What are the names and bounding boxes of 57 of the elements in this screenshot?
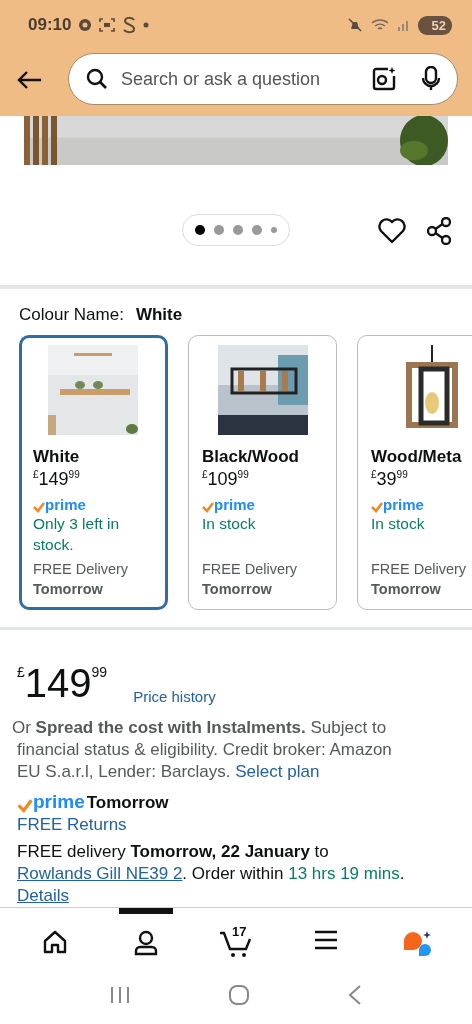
search-bar[interactable]: Search or ask a question bbox=[68, 53, 458, 105]
recent-apps-icon[interactable] bbox=[108, 985, 131, 1006]
select-plan-link[interactable]: Select plan bbox=[235, 761, 320, 781]
variant-name: Wood/Meta bbox=[371, 446, 463, 467]
variant-price: $^{£}$149$^{99}$ bbox=[33, 468, 81, 490]
variant-card[interactable]: White $^{£}$149$^{99}$ prime Only 3 left in stock. FREE Delivery Tomorrow bbox=[19, 334, 168, 610]
mute-icon bbox=[346, 17, 363, 33]
delivery-day: Tomorrow bbox=[33, 580, 165, 597]
home-icon[interactable] bbox=[42, 929, 69, 954]
delivery-label: FREE Delivery bbox=[202, 560, 299, 577]
signal-icon bbox=[396, 18, 411, 32]
stock-status: Only 3 left in stock. bbox=[33, 513, 121, 555]
delivery-text: FREE delivery Tomorrow, 22 January to Rowlands Gill NE39 2. Order within 13 hrs 19 mins. Details bbox=[17, 840, 406, 907]
variant-name: White bbox=[33, 446, 81, 467]
nav-tab[interactable]: 17 bbox=[208, 907, 263, 960]
colour-label: Colour Name: bbox=[19, 304, 124, 324]
price-history-link[interactable]: Price history bbox=[133, 687, 216, 705]
prime-badge: prime bbox=[17, 790, 85, 813]
status-time: 09:10 bbox=[28, 15, 72, 35]
variant-card[interactable]: Black/Wood $^{£}$109$^{99}$ prime In stock FREE Delivery Tomorrow bbox=[188, 334, 337, 610]
back-arrow-icon[interactable] bbox=[16, 70, 42, 90]
prime-badge: prime bbox=[371, 495, 424, 513]
microphone-icon[interactable] bbox=[421, 66, 441, 92]
cart-button[interactable]: 17 bbox=[218, 929, 253, 958]
share-icon[interactable] bbox=[426, 217, 452, 245]
person-icon[interactable] bbox=[132, 929, 159, 956]
delivery-label: FREE Delivery bbox=[371, 560, 468, 577]
instalment-text: Or Spread the cost with Instalments. Subject to financial status & eligibility. Credit broker: Amazon EU S.a.r.l, Lender: Barclays. Select plan bbox=[12, 716, 393, 783]
colour-value: White bbox=[135, 304, 183, 324]
stock-status: In stock bbox=[371, 513, 426, 534]
screenshot-icon bbox=[99, 18, 116, 32]
heart-icon[interactable] bbox=[378, 218, 406, 244]
prime-badge: prime bbox=[33, 495, 86, 513]
delivery-link[interactable]: Rowlands Gill NE39 2 bbox=[17, 863, 183, 883]
prime-delivery-day: Tomorrow bbox=[86, 792, 169, 813]
stock-status: In stock bbox=[202, 513, 257, 534]
variant-card[interactable]: Wood/Meta $^{£}$39$^{99}$ prime In stock FREE Delivery Tomorrow bbox=[357, 334, 472, 610]
battery-level: 52 bbox=[417, 15, 452, 35]
delivery-day: Tomorrow bbox=[371, 580, 472, 597]
countdown-text: 13 hrs 19 mins bbox=[288, 863, 400, 883]
delivery-link[interactable]: Details bbox=[17, 885, 69, 905]
wifi-icon bbox=[369, 17, 390, 33]
delivery-day: Tomorrow bbox=[202, 580, 336, 597]
search-icon bbox=[85, 67, 109, 91]
s-app-icon bbox=[122, 16, 137, 34]
variant-price: $^{£}$39$^{99}$ bbox=[371, 468, 409, 490]
home-button-icon[interactable] bbox=[228, 984, 250, 1007]
search-field[interactable]: Search or ask a question bbox=[119, 67, 361, 91]
price: $^{£}$149$^{99}$ bbox=[17, 659, 108, 705]
free-returns-link[interactable]: FREE Returns bbox=[17, 814, 454, 835]
variant-price: $^{£}$109$^{99}$ bbox=[202, 468, 250, 490]
variant-name: Black/Wood bbox=[202, 446, 300, 467]
dot-icon bbox=[143, 22, 150, 28]
camera-icon[interactable] bbox=[371, 66, 397, 92]
menu-icon[interactable] bbox=[314, 929, 339, 950]
delivery-label: FREE Delivery bbox=[33, 560, 130, 577]
prime-badge: prime bbox=[202, 495, 255, 513]
